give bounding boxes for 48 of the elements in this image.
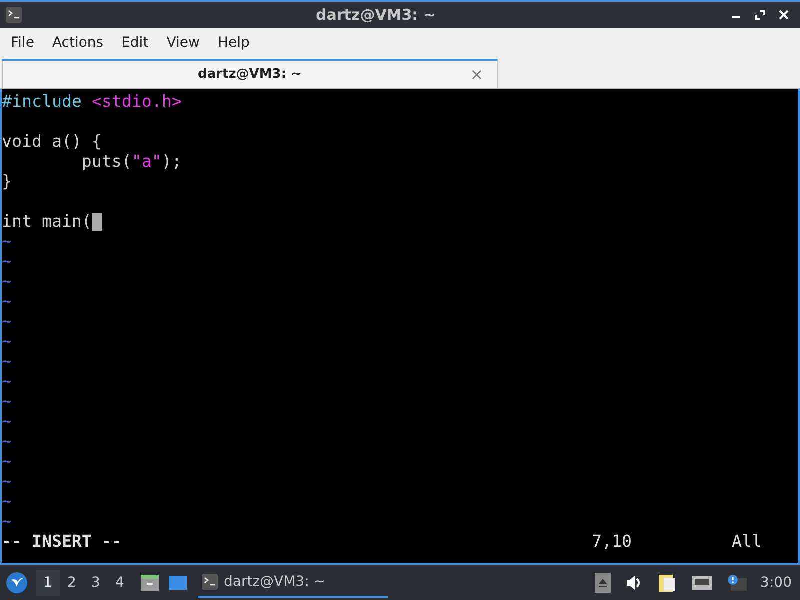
empty-line-marker: ~ (2, 472, 12, 492)
empty-line-marker: ~ (2, 272, 12, 292)
network-icon[interactable] (690, 574, 713, 592)
workspace-button[interactable]: 1 (36, 570, 60, 596)
menu-item[interactable]: Help (210, 34, 260, 50)
notification-icon[interactable] (726, 574, 747, 592)
workspace-button[interactable]: 3 (84, 570, 108, 596)
maximize-icon[interactable] (754, 9, 766, 21)
close-tab-button[interactable]: × (467, 65, 487, 84)
empty-line-marker: ~ (2, 412, 12, 432)
scroll-indicator: All (732, 532, 762, 552)
workspace-button[interactable]: 2 (60, 570, 84, 596)
empty-line-marker: ~ (2, 292, 12, 312)
window-title: dartz@VM3: ~ (315, 6, 437, 24)
close-icon[interactable] (778, 9, 790, 21)
menu-item[interactable]: Edit (114, 34, 159, 50)
empty-line-marker: ~ (2, 492, 12, 512)
workspace-button[interactable]: 4 (108, 570, 132, 596)
volume-icon[interactable] (624, 574, 643, 592)
taskbar-window-button[interactable]: dartz@VM3: ~ (198, 568, 388, 598)
menu-item[interactable]: Actions (44, 34, 114, 50)
code-line: } (2, 172, 12, 192)
empty-line-marker: ~ (2, 252, 12, 272)
code-line: puts("a"); (80, 152, 182, 172)
mode-indicator: -- INSERT -- (2, 532, 123, 552)
menu-item[interactable]: View (158, 34, 210, 50)
clock: 3:00 (760, 574, 792, 590)
clipboard-icon[interactable] (656, 572, 677, 592)
terminal-icon (6, 7, 22, 23)
cursor-position: 7,10 (592, 532, 633, 552)
empty-line-marker: ~ (2, 352, 12, 372)
code-line: #include <stdio.h> (2, 92, 182, 112)
start-menu-icon[interactable] (6, 572, 28, 594)
empty-line-marker: ~ (2, 432, 12, 452)
empty-line-marker: ~ (2, 372, 12, 392)
code-line: void a() { (2, 132, 102, 152)
terminal-icon (202, 574, 218, 590)
empty-line-marker: ~ (2, 232, 12, 252)
empty-line-marker: ~ (2, 452, 12, 472)
menu-item[interactable]: File (3, 34, 44, 50)
terminal-tab[interactable]: dartz@VM3: ~ × (2, 59, 498, 88)
empty-line-marker: ~ (2, 512, 12, 532)
empty-line-marker: ~ (2, 332, 12, 352)
empty-line-marker: ~ (2, 312, 12, 332)
eject-icon[interactable] (594, 572, 611, 592)
empty-line-marker: ~ (2, 392, 12, 412)
file-manager-icon[interactable] (140, 572, 160, 592)
code-line: int main( (2, 212, 92, 232)
